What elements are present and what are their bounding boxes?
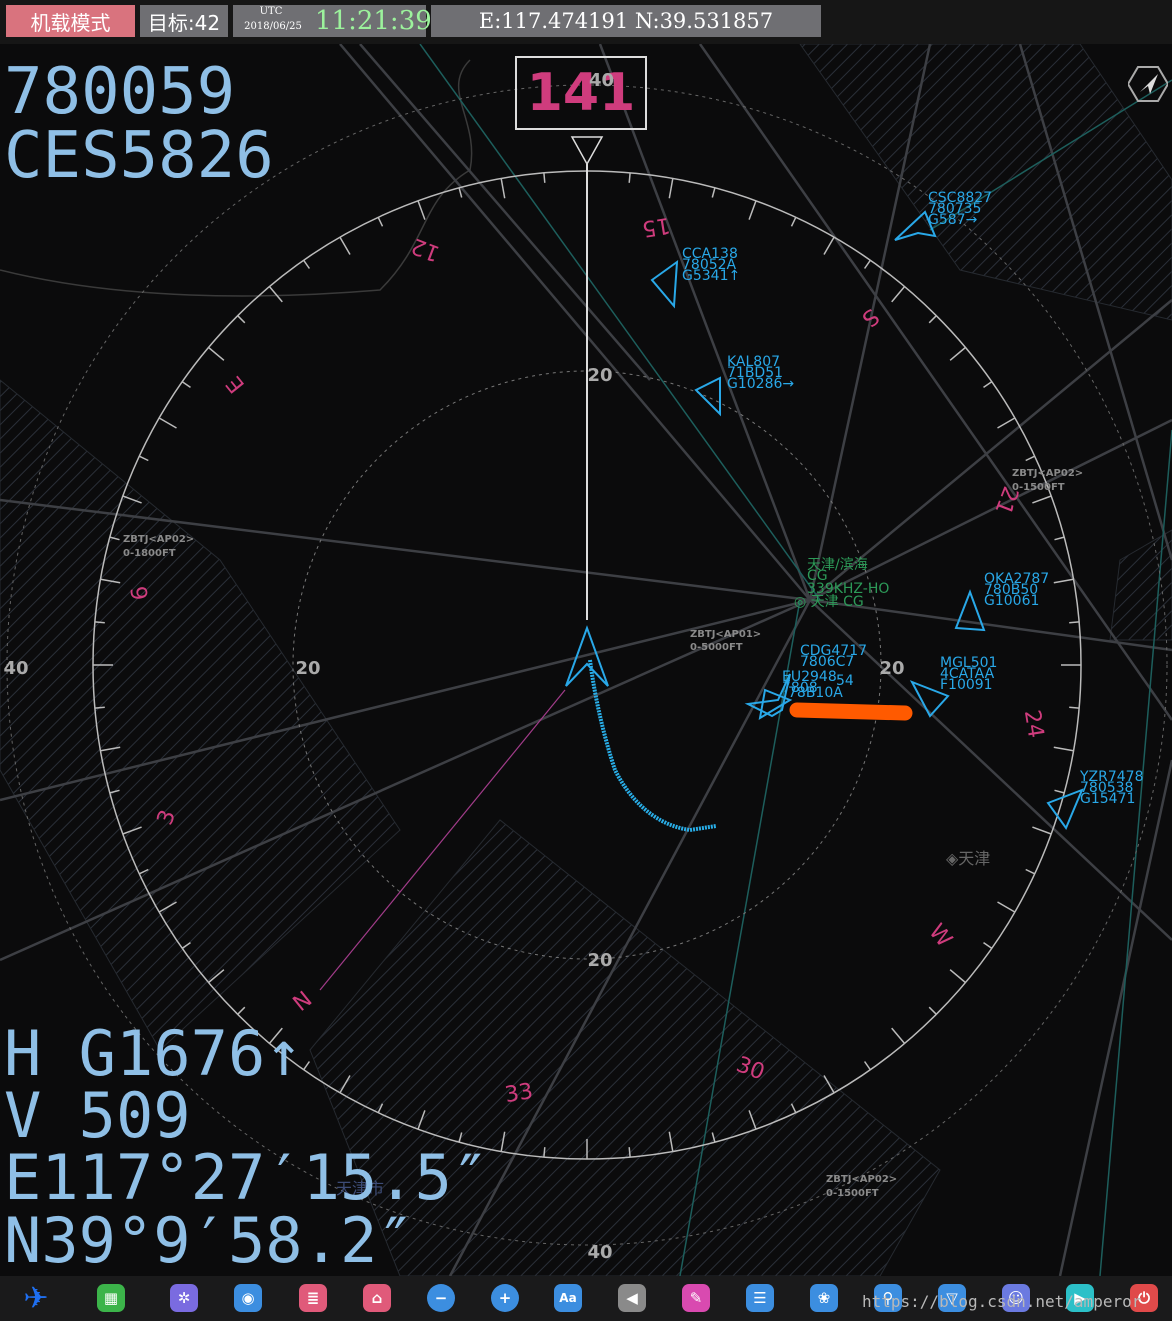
altitude-readout: H G1676↑ bbox=[4, 1017, 303, 1090]
store-icon[interactable]: ▦ bbox=[97, 1284, 125, 1312]
compass-tick bbox=[543, 172, 546, 183]
latitude-readout: N39°9′58.2″ bbox=[4, 1204, 415, 1277]
svg-text:ZBTJ<AP02>: ZBTJ<AP02> bbox=[123, 534, 194, 545]
range-label-right: 20 bbox=[879, 658, 904, 679]
target-label-78b10a[interactable]: 78B10A bbox=[788, 685, 843, 701]
compass-tick bbox=[1069, 706, 1080, 709]
top-status-bar: 机载模式 目标:42 UTC 2018/06/25 11:21:39 E:117… bbox=[0, 0, 1172, 44]
utc-date: 2018/06/25 bbox=[244, 21, 302, 32]
range-label-40-left: 40 bbox=[3, 658, 28, 679]
font-size-icon[interactable]: Aa bbox=[554, 1284, 582, 1312]
range-label-left: 20 bbox=[295, 658, 320, 679]
aircraft-code: 780059 bbox=[4, 55, 236, 129]
compass-tick bbox=[1069, 621, 1080, 624]
svg-text:◎ 天津 CG: ◎ 天津 CG bbox=[794, 594, 864, 610]
svg-text:78B10A: 78B10A bbox=[788, 685, 843, 701]
compass-tick bbox=[628, 172, 631, 183]
highlight-redaction bbox=[789, 702, 913, 721]
cursor-coordinates: E:117.474191 N:39.531857 bbox=[431, 5, 821, 37]
aircraft-callsign: CES5826 bbox=[4, 119, 274, 193]
list-icon[interactable]: ☰ bbox=[746, 1284, 774, 1312]
svg-text:G15471: G15471 bbox=[1080, 791, 1135, 807]
compass-tick bbox=[543, 1147, 546, 1158]
svg-text:0-5000FT: 0-5000FT bbox=[690, 642, 743, 653]
target-label-cca138[interactable]: CCA13878052AG5341↑ bbox=[682, 246, 740, 284]
range-label-40-bottom: 40 bbox=[587, 1242, 612, 1263]
target-count: 目标:42 bbox=[140, 5, 228, 37]
utc-clock: UTC 2018/06/25 11:21:39 bbox=[233, 5, 432, 37]
compass-tick bbox=[94, 621, 105, 624]
palette-icon[interactable]: ❀ bbox=[810, 1284, 838, 1312]
airborne-mode-button[interactable]: 机载模式 bbox=[6, 5, 135, 37]
svg-text:G587→: G587→ bbox=[928, 212, 978, 228]
svg-text:G10061: G10061 bbox=[984, 593, 1039, 609]
svg-text:ZBTJ<AP01>: ZBTJ<AP01> bbox=[690, 629, 761, 640]
svg-text:0-1500FT: 0-1500FT bbox=[1012, 482, 1065, 493]
compass-mark-15: 15 bbox=[640, 212, 672, 241]
utc-time: 11:21:39 bbox=[315, 6, 432, 36]
volume-icon[interactable]: ◀ bbox=[618, 1284, 646, 1312]
compass-mark-24: 24 bbox=[1019, 708, 1048, 740]
svg-text:7806C7: 7806C7 bbox=[800, 654, 854, 670]
pen-icon[interactable]: ✎ bbox=[682, 1284, 710, 1312]
speed-readout: V 509 bbox=[4, 1079, 191, 1152]
svg-text:G10286→: G10286→ bbox=[727, 376, 794, 392]
compass-tick bbox=[628, 1147, 631, 1158]
longitude-readout: E117°27′15.5″ bbox=[4, 1141, 490, 1214]
compass-mark-33: 33 bbox=[503, 1079, 535, 1108]
globe-icon[interactable]: ◉ bbox=[234, 1284, 262, 1312]
range-label-bottom: 20 bbox=[587, 950, 612, 971]
compass-tick bbox=[94, 706, 105, 709]
svg-text:0-1800FT: 0-1800FT bbox=[123, 548, 176, 559]
svg-text:ZBTJ<AP02>: ZBTJ<AP02> bbox=[1012, 468, 1083, 479]
zoom-in-icon[interactable]: + bbox=[491, 1284, 519, 1312]
heading-value: 141 bbox=[526, 63, 636, 123]
watermark: https://blog.csdn.net/amperor bbox=[862, 1292, 1142, 1311]
zoom-out-icon[interactable]: − bbox=[427, 1284, 455, 1312]
heading-scale-value: 40 bbox=[589, 70, 615, 91]
svg-text:F10091: F10091 bbox=[940, 677, 993, 693]
utc-label: UTC bbox=[259, 6, 283, 17]
svg-text:0-1500FT: 0-1500FT bbox=[826, 1188, 879, 1199]
heading-box: 141 bbox=[515, 56, 647, 130]
svg-text:G5341↑: G5341↑ bbox=[682, 268, 740, 284]
settings-icon[interactable]: ✲ bbox=[170, 1284, 198, 1312]
north-arrow-icon[interactable] bbox=[1128, 64, 1168, 104]
range-label-top: 20 bbox=[587, 365, 612, 386]
target-label-mgl501[interactable]: MGL5014CATAAF10091 bbox=[940, 655, 997, 693]
svg-text:ZBTJ<AP02>: ZBTJ<AP02> bbox=[826, 1174, 897, 1185]
aircraft-mode-icon[interactable]: ✈ bbox=[22, 1281, 50, 1316]
home-icon[interactable]: ⌂ bbox=[363, 1284, 391, 1312]
city-label: ◈天津 bbox=[946, 849, 990, 868]
notes-icon[interactable]: ≣ bbox=[299, 1284, 327, 1312]
